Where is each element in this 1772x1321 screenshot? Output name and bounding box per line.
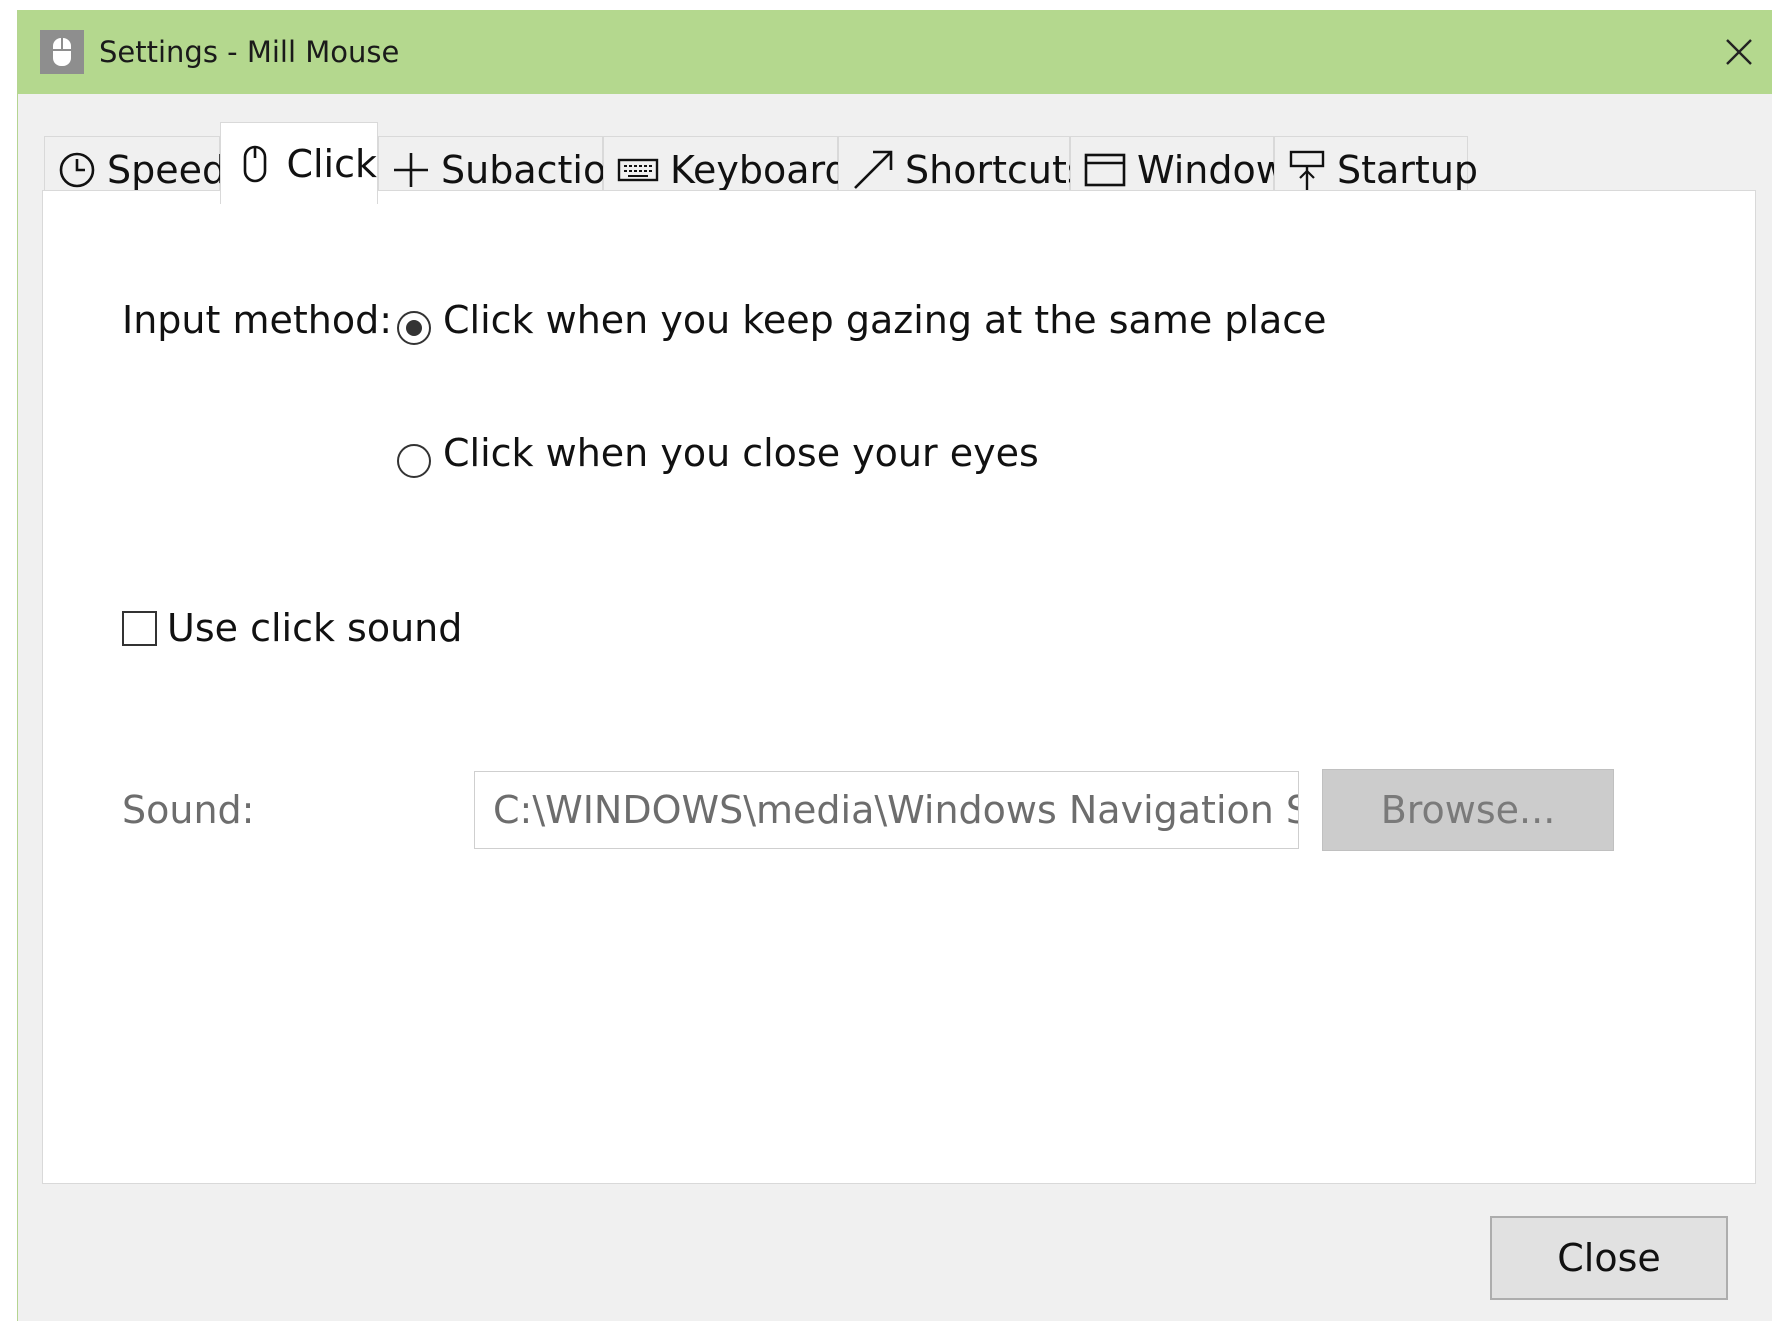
use-click-sound-checkbox[interactable] <box>122 611 157 646</box>
tab-label: Click <box>286 141 377 186</box>
radio-close-eyes-label[interactable]: Click when you close your eyes <box>443 429 1039 477</box>
sound-path-field[interactable]: C:\WINDOWS\media\Windows Navigation Star… <box>474 771 1299 849</box>
plus-icon <box>391 147 431 193</box>
arrow-diagonal-icon <box>851 147 895 193</box>
browse-button[interactable]: Browse... <box>1322 769 1614 851</box>
radio-selected-dot <box>406 320 422 336</box>
mouse-app-icon <box>40 30 84 74</box>
radio-gaze-click[interactable] <box>397 311 431 345</box>
tab-label: Window <box>1137 147 1287 192</box>
input-method-label: Input method: <box>122 298 393 342</box>
radio-gaze-click-label[interactable]: Click when you keep gazing at the same p… <box>443 296 1327 344</box>
radio-close-eyes[interactable] <box>397 444 431 478</box>
tab-label: Subaction <box>441 147 631 192</box>
keyboard-icon <box>616 147 660 193</box>
tab-label: Speed <box>107 147 227 192</box>
window-title: Settings - Mill Mouse <box>99 35 400 69</box>
clock-icon <box>57 147 97 193</box>
close-button[interactable]: Close <box>1490 1216 1728 1300</box>
settings-window: Settings - Mill Mouse Speed Click Subact… <box>17 10 1772 1321</box>
mouse-icon <box>233 141 276 187</box>
signpost-icon <box>1287 147 1327 193</box>
tab-click[interactable]: Click <box>220 122 378 204</box>
window-icon <box>1083 147 1127 193</box>
click-settings-panel: Input method: Click when you keep gazing… <box>42 190 1756 1184</box>
tab-label: Keyboard <box>670 147 849 192</box>
use-click-sound-label[interactable]: Use click sound <box>167 604 462 652</box>
title-bar: Settings - Mill Mouse <box>18 10 1772 94</box>
sound-label: Sound: <box>122 788 255 832</box>
tab-label: Startup <box>1337 147 1479 192</box>
tab-label: Shortcuts <box>905 147 1087 192</box>
close-icon[interactable] <box>1705 10 1772 94</box>
